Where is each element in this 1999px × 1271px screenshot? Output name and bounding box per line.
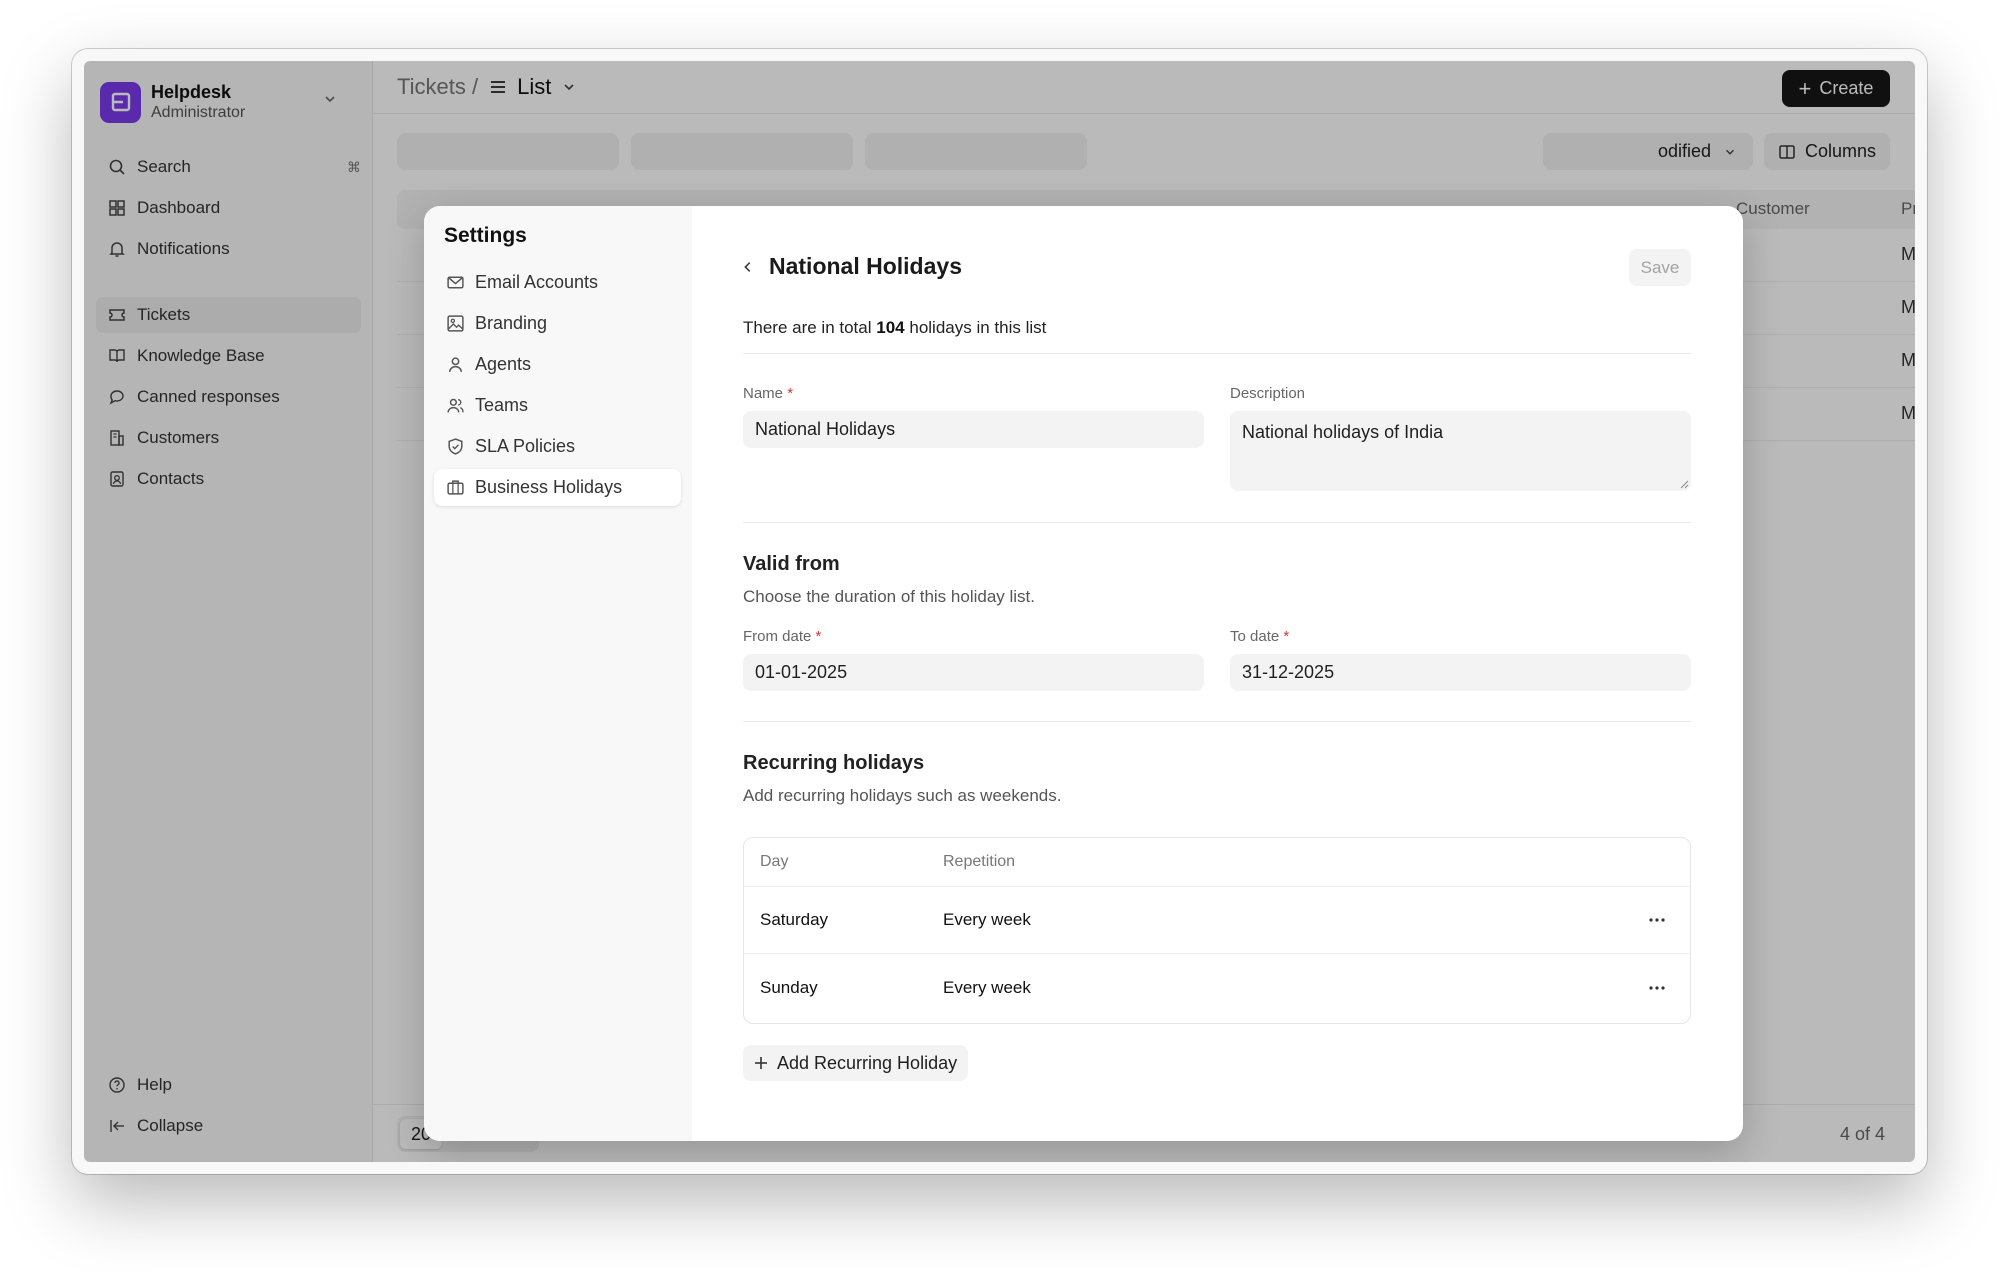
- settings-item-branding[interactable]: Branding: [434, 305, 681, 342]
- from-date-label-text: From date: [743, 628, 812, 645]
- mail-icon: [444, 272, 466, 294]
- add-recurring-holiday-label: Add Recurring Holiday: [777, 1052, 958, 1073]
- divider: [743, 353, 1691, 354]
- settings-item-label: Branding: [475, 313, 548, 333]
- plus-icon: [754, 1056, 768, 1070]
- settings-item-label: Teams: [475, 395, 529, 415]
- summary-prefix: There are in total: [743, 318, 872, 337]
- table-row[interactable]: Saturday Every week: [744, 887, 1690, 954]
- repetition-cell: Every week: [943, 910, 1031, 929]
- column-header-repetition: Repetition: [943, 853, 1016, 870]
- table-row[interactable]: Sunday Every week: [744, 954, 1690, 1021]
- from-date-label: From date *: [743, 628, 821, 645]
- settings-item-email-accounts[interactable]: Email Accounts: [434, 264, 681, 301]
- summary-suffix: holidays in this list: [909, 318, 1047, 337]
- shield-icon: [444, 436, 466, 458]
- user-icon: [444, 354, 466, 376]
- settings-item-business-holidays[interactable]: Business Holidays: [434, 469, 681, 506]
- holiday-list-editor: National Holidays Save There are in tota…: [692, 206, 1743, 1141]
- app-window: Helpdesk Administrator Search ⌘ Dashboar…: [72, 49, 1927, 1174]
- settings-item-sla-policies[interactable]: SLA Policies: [434, 428, 681, 465]
- repetition-cell: Every week: [943, 977, 1031, 997]
- divider: [743, 522, 1691, 523]
- to-date-label: To date *: [1230, 628, 1289, 645]
- save-button[interactable]: Save: [1629, 249, 1691, 286]
- recurring-holidays-table: Day Repetition Saturday Every week Sunda…: [743, 837, 1691, 1024]
- to-date-field[interactable]: 31-12-2025: [1230, 654, 1691, 691]
- day-cell: Saturday: [760, 910, 829, 929]
- holiday-count: 104: [876, 318, 905, 337]
- settings-modal: Settings Email Accounts Branding Agents …: [424, 206, 1743, 1141]
- image-icon: [444, 313, 466, 335]
- recurring-holidays-description: Add recurring holidays such as weekends.: [743, 786, 1062, 805]
- required-marker: *: [815, 628, 822, 645]
- add-recurring-holiday-button[interactable]: Add Recurring Holiday: [743, 1045, 969, 1081]
- holiday-summary: There are in total 104 holidays in this …: [743, 318, 1046, 338]
- settings-item-agents[interactable]: Agents: [434, 346, 681, 383]
- description-label: Description: [1230, 385, 1306, 402]
- recurring-holidays-title: Recurring holidays: [743, 752, 925, 774]
- page-title: National Holidays: [769, 253, 962, 279]
- divider: [743, 721, 1691, 722]
- resize-handle-icon[interactable]: [1679, 479, 1689, 489]
- settings-item-label: SLA Policies: [475, 436, 576, 456]
- app-frame: Helpdesk Administrator Search ⌘ Dashboar…: [84, 61, 1915, 1162]
- users-icon: [444, 395, 466, 417]
- settings-item-label: Agents: [475, 354, 532, 374]
- settings-item-label: Email Accounts: [475, 272, 599, 292]
- valid-from-description: Choose the duration of this holiday list…: [743, 587, 1036, 606]
- day-cell: Sunday: [760, 977, 818, 997]
- valid-from-title: Valid from: [743, 553, 840, 575]
- chevron-left-icon: [744, 262, 751, 272]
- description-value: National holidays of India: [1242, 422, 1444, 442]
- description-field[interactable]: National holidays of India: [1230, 411, 1691, 491]
- settings-item-label: Business Holidays: [475, 477, 623, 497]
- settings-sidebar: Settings Email Accounts Branding Agents …: [424, 206, 692, 1141]
- name-label-text: Name: [743, 385, 784, 402]
- briefcase-icon: [444, 477, 466, 499]
- required-marker: *: [1283, 628, 1290, 645]
- back-button[interactable]: [738, 257, 758, 277]
- name-field[interactable]: National Holidays: [743, 411, 1204, 448]
- more-options-icon[interactable]: [1646, 977, 1668, 999]
- required-marker: *: [787, 385, 794, 402]
- more-options-icon[interactable]: [1646, 909, 1668, 931]
- name-label: Name *: [743, 385, 793, 402]
- from-date-field[interactable]: 01-01-2025: [743, 654, 1204, 691]
- table-header-row: Day Repetition: [744, 838, 1690, 887]
- settings-title: Settings: [444, 224, 527, 247]
- column-header-day: Day: [760, 853, 789, 870]
- settings-item-teams[interactable]: Teams: [434, 387, 681, 424]
- to-date-label-text: To date: [1230, 628, 1280, 645]
